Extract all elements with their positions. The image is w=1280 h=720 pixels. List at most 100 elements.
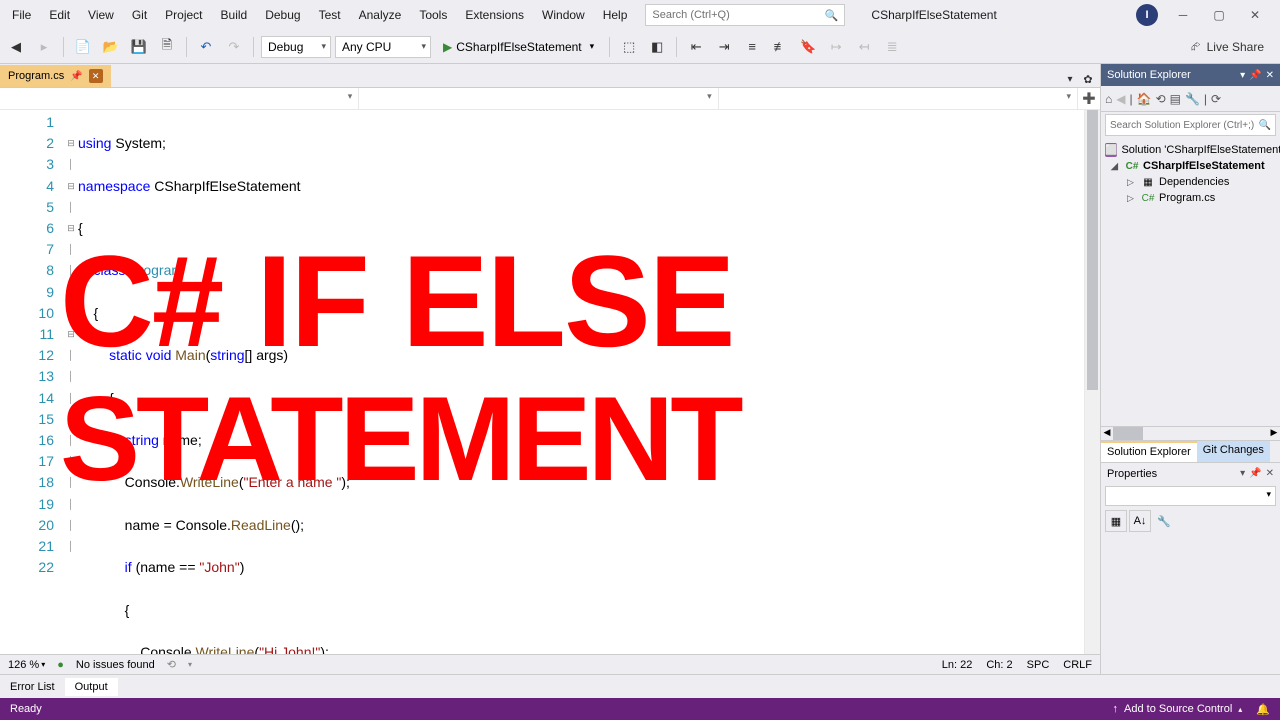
save-button[interactable]: 💾 (127, 35, 151, 59)
bottom-tab-strip: Error List Output (0, 674, 1280, 698)
solution-search-input[interactable]: Search Solution Explorer (Ctrl+;) 🔍 (1105, 114, 1276, 136)
status-bar: Ready ↑ Add to Source Control ▴ 🔔 (0, 698, 1280, 720)
fold-column[interactable]: ⊟│⊟│⊟││││⊟│││⊟││││││ (64, 110, 78, 654)
search-icon: 🔍 (1259, 120, 1271, 131)
bookmark-button[interactable]: 🔖 (796, 35, 820, 59)
tree-hscroll[interactable]: ◀ ▶ (1101, 426, 1280, 440)
tb-icon-8[interactable]: ↦ (824, 35, 848, 59)
props-pin-icon[interactable]: 📌 (1249, 468, 1261, 479)
live-share-icon: ⮳ (1191, 39, 1201, 54)
menu-debug[interactable]: Debug (257, 4, 308, 26)
tab-output[interactable]: Output (65, 678, 118, 696)
menu-help[interactable]: Help (595, 4, 636, 26)
indent-dec-button[interactable]: ⇤ (684, 35, 708, 59)
tree-program[interactable]: ▷ C# Program.cs (1103, 190, 1278, 206)
user-avatar[interactable]: I (1136, 4, 1158, 26)
tab-dropdown-button[interactable]: ▾ (1062, 71, 1078, 87)
zoom-combo[interactable]: 126 %▾ (8, 659, 45, 671)
nav-project-combo[interactable] (0, 88, 359, 109)
tb-icon-10[interactable]: ≣ (880, 35, 904, 59)
props-cat-button[interactable]: ▦ (1105, 510, 1127, 532)
solution-name-label: CSharpIfElseStatement (871, 8, 996, 22)
props-close-icon[interactable]: ✕ (1266, 468, 1274, 479)
notification-icon[interactable]: 🔔 (1256, 703, 1270, 716)
props-wrench-button[interactable]: 🔧 (1153, 510, 1175, 532)
nav-fwd-button[interactable]: ▸ (32, 35, 56, 59)
nav-add-button[interactable]: ✚ (1078, 88, 1100, 109)
se-back-icon[interactable]: ◀ (1116, 92, 1125, 106)
nav-back-button[interactable]: ◀ (4, 35, 28, 59)
props-dropdown-icon[interactable]: ▾ (1240, 468, 1245, 479)
menu-window[interactable]: Window (534, 4, 593, 26)
add-source-control-button[interactable]: Add to Source Control (1124, 703, 1232, 715)
indent-inc-button[interactable]: ⇥ (712, 35, 736, 59)
nav-member-combo[interactable] (719, 88, 1078, 109)
platform-combo[interactable]: Any CPU (335, 36, 431, 58)
solution-tree[interactable]: ⬜ Solution 'CSharpIfElseStatement' ◢ C# … (1101, 138, 1280, 426)
uncomment-button[interactable]: ≢ (768, 35, 792, 59)
menu-project[interactable]: Project (157, 4, 210, 26)
menu-extensions[interactable]: Extensions (457, 4, 532, 26)
nav-prev-icon[interactable]: ⟲ (167, 658, 176, 671)
properties-toolbar: ▦ A↓ 🔧 (1101, 508, 1280, 534)
toolbar: ◀ ▸ 📄 📂 💾 🗎 ↶ ↷ Debug Any CPU ▶ CSharpIf… (0, 30, 1280, 64)
se-wrench-icon[interactable]: 🔧 (1185, 92, 1200, 106)
redo-button[interactable]: ↷ (222, 35, 246, 59)
run-button[interactable]: ▶ CSharpIfElseStatement ▾ (435, 35, 602, 59)
minimize-button[interactable]: ─ (1172, 4, 1194, 26)
expand-icon[interactable]: ▷ (1127, 177, 1137, 188)
menu-build[interactable]: Build (213, 4, 256, 26)
tb-icon-2[interactable]: ◧ (645, 35, 669, 59)
menu-tools[interactable]: Tools (411, 4, 455, 26)
nav-class-combo[interactable] (359, 88, 718, 109)
tab-error-list[interactable]: Error List (0, 678, 65, 696)
se-sync-icon[interactable]: ⟲ (1156, 92, 1166, 106)
panel-close-icon[interactable]: ✕ (1266, 70, 1274, 81)
config-combo[interactable]: Debug (261, 36, 331, 58)
tree-deps[interactable]: ▷ ▦ Dependencies (1103, 174, 1278, 190)
panel-dropdown-icon[interactable]: ▾ (1240, 70, 1245, 81)
pin-icon[interactable]: 📌 (70, 71, 82, 82)
run-target-label: CSharpIfElseStatement (456, 40, 581, 54)
se-refresh-icon[interactable]: ⟳ (1211, 92, 1221, 106)
spc-label: SPC (1027, 659, 1050, 671)
tree-project[interactable]: ◢ C# CSharpIfElseStatement (1103, 158, 1278, 174)
menu-test[interactable]: Test (311, 4, 349, 26)
tab-settings-button[interactable]: ✿ (1080, 71, 1096, 87)
tb-icon-1[interactable]: ⬚ (617, 35, 641, 59)
menu-edit[interactable]: Edit (41, 4, 78, 26)
scroll-thumb[interactable] (1087, 110, 1098, 390)
comment-button[interactable]: ≡ (740, 35, 764, 59)
open-button[interactable]: 📂 (99, 35, 123, 59)
menu-view[interactable]: View (80, 4, 122, 26)
close-tab-button[interactable]: ✕ (89, 69, 103, 83)
se-filter-icon[interactable]: ▤ (1170, 92, 1181, 106)
expand-icon[interactable]: ▷ (1127, 193, 1137, 204)
code-content[interactable]: using System; namespace CSharpIfElseStat… (78, 110, 1084, 654)
source-control-icon: ↑ (1113, 703, 1119, 715)
close-button[interactable]: ✕ (1244, 4, 1266, 26)
properties-combo[interactable] (1105, 486, 1276, 506)
menu-analyze[interactable]: Analyze (351, 4, 410, 26)
new-project-button[interactable]: 📄 (71, 35, 95, 59)
menu-git[interactable]: Git (124, 4, 155, 26)
code-editor[interactable]: 12345678910111213141516171819202122 ⊟│⊟│… (0, 110, 1100, 654)
undo-button[interactable]: ↶ (194, 35, 218, 59)
props-az-button[interactable]: A↓ (1129, 510, 1151, 532)
file-tab-program[interactable]: Program.cs 📌 ✕ (0, 65, 111, 87)
chevron-up-icon: ▴ (1238, 705, 1242, 714)
expand-icon[interactable]: ◢ (1111, 161, 1121, 172)
vertical-scrollbar[interactable] (1084, 110, 1100, 654)
tab-git-changes[interactable]: Git Changes (1197, 441, 1270, 462)
menu-file[interactable]: File (4, 4, 39, 26)
tb-icon-9[interactable]: ↤ (852, 35, 876, 59)
se-home2-icon[interactable]: 🏠 (1137, 92, 1152, 106)
se-home-icon[interactable]: ⌂ (1105, 92, 1112, 106)
tab-solution-explorer[interactable]: Solution Explorer (1101, 441, 1197, 462)
search-input[interactable]: Search (Ctrl+Q) 🔍 (645, 4, 845, 26)
live-share-button[interactable]: ⮳ Live Share (1179, 39, 1276, 54)
panel-pin-icon[interactable]: 📌 (1249, 70, 1261, 81)
save-all-button[interactable]: 🗎 (155, 35, 179, 59)
tree-solution[interactable]: ⬜ Solution 'CSharpIfElseStatement' (1103, 142, 1278, 158)
maximize-button[interactable]: ▢ (1208, 4, 1230, 26)
